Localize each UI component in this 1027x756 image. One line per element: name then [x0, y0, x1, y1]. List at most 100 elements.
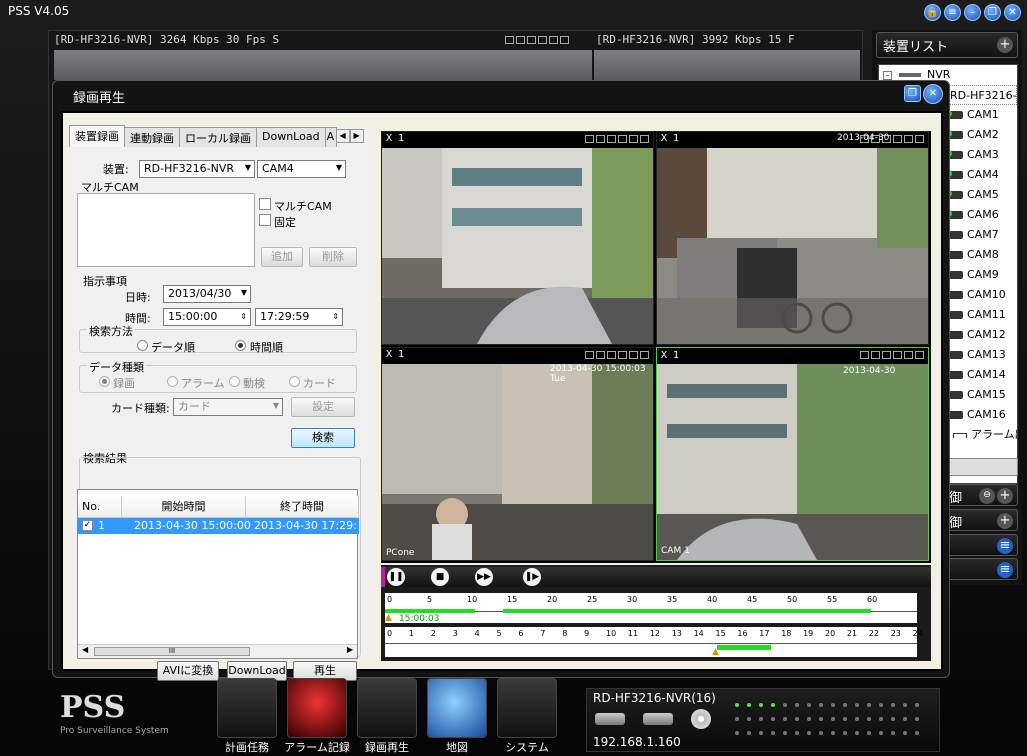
lock-icon[interactable]: 🔒 [924, 4, 941, 21]
video-cell-2[interactable]: X 1 2013-04-30 [656, 131, 929, 345]
video-cell-4[interactable]: X 1 2013-04-30 CAM 1 [656, 347, 929, 561]
type-alarm-radio[interactable] [167, 376, 178, 387]
tab-prev-icon[interactable]: ◀ [335, 129, 350, 143]
col-start[interactable]: 開始時間 [122, 496, 246, 518]
type-motion-radio[interactable] [229, 376, 240, 387]
scroll-right-icon[interactable]: ▶ [347, 645, 353, 654]
dialog-close-icon[interactable]: ✕ [923, 84, 943, 104]
date-picker[interactable]: 2013/04/30 ▼ [163, 285, 251, 303]
restore-icon[interactable]: ❐ [984, 4, 1001, 21]
module-system-label: システム [505, 741, 549, 754]
module-alarm-record[interactable]: アラーム記録 [284, 678, 350, 756]
timeline-tick: 19 [803, 629, 814, 638]
video-cell-1[interactable]: X 1 [381, 131, 654, 345]
multicam-list[interactable] [77, 193, 255, 267]
camera-icon [945, 210, 963, 219]
scroll-thumb[interactable]: III [94, 647, 250, 656]
restore-dialog-icon[interactable]: ❐ [904, 85, 921, 102]
time-from-input[interactable]: 15:00:00 ⇕ [163, 308, 251, 326]
row-start: 2013-04-30 15:00:00 [134, 519, 251, 532]
status-dot [819, 703, 823, 707]
tab-device-record[interactable]: 装置録画 [69, 125, 125, 147]
spinner-icon[interactable]: ⇕ [332, 310, 339, 324]
module-playback[interactable]: 録画再生 [356, 678, 418, 756]
settings-button[interactable]: 設定 [291, 397, 355, 417]
device-tree-scrollbar[interactable] [948, 458, 1018, 476]
time-to-input[interactable]: 17:29:59 ⇕ [255, 308, 343, 326]
tab-local-record[interactable]: ローカル録画 [179, 127, 257, 147]
table-row[interactable]: ✓ 1 2013-04-30 15:00:00 2013-04-30 17:29… [78, 518, 359, 534]
scroll-left-icon[interactable]: ◀ [82, 645, 88, 654]
nvr-icon [898, 73, 921, 77]
list-icon[interactable]: ≡ [997, 562, 1013, 578]
pause-icon[interactable]: ❚❚ [387, 568, 405, 586]
tab-linked-record[interactable]: 連動録画 [124, 127, 180, 147]
search-button[interactable]: 検索 [291, 428, 355, 448]
camera-select[interactable]: CAM4 ▼ [257, 160, 346, 178]
col-end[interactable]: 終了時間 [246, 496, 359, 518]
data-type-label: データ種類 [87, 359, 146, 375]
video-cell-toolbar[interactable] [860, 351, 924, 359]
col-no[interactable]: No. [78, 496, 122, 518]
video-grid: X 1 X 1 2013-04-30 X 1 2013-04-30 15:00:… [381, 131, 931, 563]
hour-axis [385, 643, 917, 644]
fast-forward-icon[interactable]: ▶▶ [475, 568, 493, 586]
table-hscroll[interactable]: ◀ III ▶ [78, 644, 357, 658]
add-device-icon[interactable]: + [997, 37, 1013, 53]
type-card-radio[interactable] [289, 376, 300, 387]
timeline-tick: 5 [427, 595, 433, 604]
row-checkbox[interactable]: ✓ [82, 520, 93, 531]
timeline-tick: 3 [452, 629, 458, 638]
module-system[interactable]: システム [496, 678, 558, 756]
control-row-4[interactable]: ≡ [940, 558, 1018, 580]
delete-button[interactable]: 削除 [309, 247, 357, 267]
video-osd-time: 2013-04-30 15:00:03 Tue [550, 364, 646, 384]
by-time-radio[interactable] [235, 340, 246, 351]
module-map[interactable]: 地図 [426, 678, 488, 756]
lock-small-icon[interactable]: ⊖ [979, 488, 995, 504]
hour-playhead-icon[interactable]: ▲ [712, 647, 719, 657]
video-cell-label: X 1 [661, 133, 680, 144]
minimize-icon[interactable]: – [964, 4, 981, 21]
tab-download[interactable]: DownLoad [256, 127, 326, 147]
card-type-select[interactable]: カード ▼ [173, 398, 283, 416]
log-icon[interactable]: ≡ [944, 4, 961, 21]
status-dot [831, 703, 835, 707]
close-icon[interactable]: ✕ [1004, 4, 1021, 21]
multicam-checkbox[interactable] [259, 198, 271, 210]
status-dot [795, 717, 799, 721]
module-schedule[interactable]: 計画任務 [216, 678, 278, 756]
live-view-toolbar-left[interactable] [505, 36, 569, 44]
add-icon[interactable]: + [997, 488, 1013, 504]
list-icon[interactable]: ≡ [997, 538, 1013, 554]
camera-select-value: CAM4 [262, 162, 294, 175]
add-icon[interactable]: + [997, 513, 1013, 529]
playhead-marker-icon[interactable]: ▲ [385, 613, 392, 623]
stop-icon[interactable]: ■ [431, 568, 449, 586]
pss-app: PSS V4.05 🔒 ≡ – ❐ ✕ [RD-HF3216-NVR] 3264… [0, 0, 1027, 756]
hour-timeline[interactable]: 0 1 2 3 4 5 6 7 8 9 10 11 12 13 14 15 16 17 18 19 20 21 22 23 24… [385, 627, 923, 657]
fixed-checkbox[interactable] [259, 214, 271, 226]
camera-icon [949, 291, 963, 299]
spinner-icon[interactable]: ⇕ [240, 310, 247, 324]
by-data-radio[interactable] [137, 340, 148, 351]
control-row-2[interactable]: 御 + [940, 509, 1018, 531]
timeline-tick: 55 [827, 595, 838, 604]
status-dot [891, 703, 895, 707]
video-cell-toolbar[interactable] [585, 351, 649, 359]
type-record-radio[interactable] [99, 376, 110, 387]
add-button[interactable]: 追加 [261, 247, 303, 267]
step-frame-icon[interactable]: ❚▶ [523, 568, 541, 586]
control-row-3[interactable]: ≡ [940, 534, 1018, 556]
control-row-1[interactable]: 御 ⊖ + [940, 484, 1018, 506]
device-select[interactable]: RD-HF3216-NVR ▼ [139, 160, 255, 178]
minute-timeline[interactable]: 0 5 10 15 20 25 30 35 40 45 50 55 60 ▲ 15:00:03 [385, 593, 917, 624]
video-feed [657, 364, 928, 560]
collapse-icon[interactable]: – [883, 70, 892, 80]
device-list-header[interactable]: 装置リスト + [876, 32, 1018, 58]
results-table[interactable]: No. 開始時間 終了時間 ✓ 1 2013-04-30 15:00:00 20… [77, 489, 359, 659]
tree-camera-label: CAM5 [967, 188, 999, 201]
video-cell-3[interactable]: X 1 2013-04-30 15:00:03 Tue PCone [381, 347, 654, 561]
video-cell-toolbar[interactable] [585, 135, 649, 143]
tab-next-icon[interactable]: ▶ [349, 129, 364, 143]
